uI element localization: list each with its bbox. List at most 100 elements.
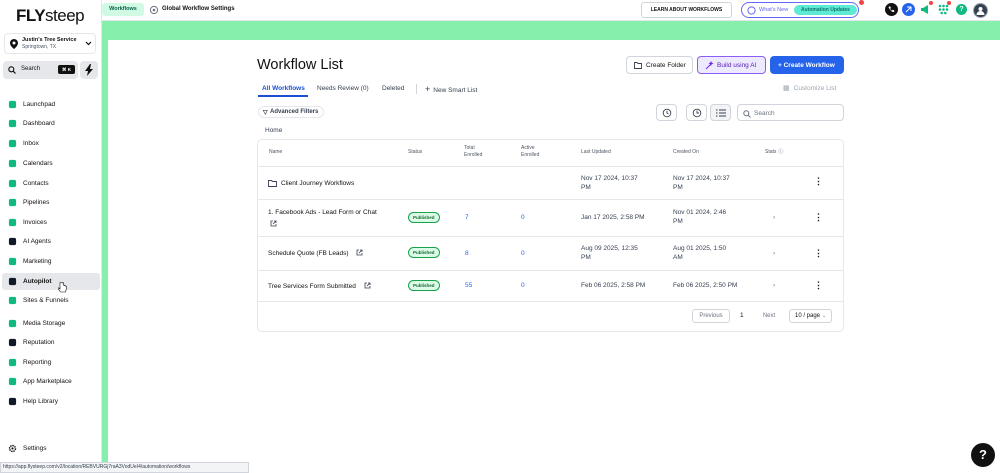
- user-avatar[interactable]: [973, 3, 988, 18]
- sidebar-item-label: Contacts: [23, 179, 49, 187]
- sidebar-item-contacts[interactable]: Contacts: [2, 175, 100, 192]
- more-options-icon[interactable]: ⋮: [814, 213, 823, 222]
- help-chat-button[interactable]: ?: [971, 443, 995, 467]
- sidebar-item-launchpad[interactable]: Launchpad: [2, 96, 100, 113]
- breadcrumb[interactable]: Home: [265, 127, 282, 134]
- sidebar-item-label: Marketing: [23, 257, 52, 265]
- sidebar-item-ai-agents[interactable]: AI Agents: [2, 233, 100, 250]
- sidebar-item-label: Media Storage: [23, 319, 66, 327]
- tab-deleted[interactable]: Deleted: [382, 85, 404, 92]
- total-enrolled[interactable]: 55: [465, 281, 472, 290]
- active-enrolled[interactable]: 0: [521, 281, 525, 290]
- table-row[interactable]: Client Journey Workflows Nov 17 2024, 10…: [258, 166, 843, 199]
- last-updated: Jan 17 2025, 2:58 PM: [581, 214, 645, 221]
- build-using-ai-button[interactable]: Build using AI: [697, 56, 766, 74]
- workflow-name[interactable]: Tree Services Form Submitted: [268, 282, 356, 291]
- tab-all-workflows[interactable]: All Workflows: [262, 85, 305, 92]
- contacts-icon: [8, 179, 17, 188]
- sidebar-item-pipelines[interactable]: Pipelines: [2, 194, 100, 211]
- megaphone-icon[interactable]: [920, 4, 931, 15]
- search-icon: [8, 66, 16, 74]
- external-link-icon[interactable]: [270, 220, 277, 227]
- clock-view-button[interactable]: [686, 104, 707, 121]
- section-badge[interactable]: Workflows: [102, 3, 144, 16]
- workflow-name[interactable]: Schedule Quote (FB Leads): [268, 249, 349, 258]
- sidebar-item-sites-funnels[interactable]: Sites & Funnels: [2, 292, 100, 309]
- pipelines-icon: [8, 198, 17, 207]
- sidebar-item-reputation[interactable]: Reputation: [2, 334, 100, 351]
- dashboard-icon: [8, 119, 17, 128]
- workflow-name[interactable]: 1. Facebook Ads - Lead Form or Chat: [268, 208, 377, 217]
- sidebar-search[interactable]: Search ⌘ K: [3, 61, 78, 79]
- history-button[interactable]: [656, 104, 677, 121]
- sidebar-item-marketing[interactable]: Marketing: [2, 253, 100, 270]
- more-options-icon[interactable]: ⋮: [814, 177, 823, 186]
- external-link-icon[interactable]: [356, 249, 363, 256]
- help-button-top[interactable]: ?: [956, 4, 967, 15]
- column-header-name: Name: [269, 149, 283, 155]
- folder-icon: [634, 62, 642, 69]
- status-badge: Published: [408, 280, 440, 291]
- automation-updates-pill: Automation Updates: [794, 5, 857, 15]
- external-link-icon[interactable]: [364, 282, 371, 289]
- sidebar-item-app-marketplace[interactable]: App Marketplace: [2, 373, 100, 390]
- brand-logo[interactable]: FLYsteep: [16, 6, 85, 26]
- search-icon: [743, 109, 751, 118]
- table-row[interactable]: Tree Services Form Submitted Published 5…: [258, 270, 843, 301]
- total-enrolled[interactable]: 7: [465, 213, 469, 222]
- active-enrolled[interactable]: 0: [521, 249, 525, 258]
- new-smart-list-button[interactable]: + New Smart List: [425, 84, 477, 94]
- column-header-active-enrolled: Active Enrolled: [521, 145, 540, 158]
- whats-new-button[interactable]: What's New Automation Updates: [741, 2, 859, 18]
- learn-about-workflows-button[interactable]: LEARN ABOUT WORKFLOWS: [641, 2, 732, 18]
- more-options-icon[interactable]: ⋮: [814, 249, 823, 258]
- total-enrolled[interactable]: 8: [465, 249, 469, 258]
- advanced-filters-button[interactable]: ▽ Advanced Filters: [258, 106, 324, 118]
- stats-chevron-icon[interactable]: ›: [773, 213, 775, 222]
- create-workflow-button[interactable]: + Create Workflow: [770, 56, 844, 74]
- search-input[interactable]: Search: [737, 104, 844, 121]
- pagination: Previous 1 Next 10 / page ⌄: [258, 301, 843, 331]
- page-size-select[interactable]: 10 / page ⌄: [789, 309, 832, 323]
- active-enrolled[interactable]: 0: [521, 213, 525, 222]
- created-on: Feb 06 2025, 2:50 PM: [673, 282, 738, 289]
- sidebar-item-inbox[interactable]: Inbox: [2, 135, 100, 152]
- phone-button[interactable]: [885, 3, 898, 16]
- stats-chevron-icon[interactable]: ›: [773, 249, 775, 258]
- integrations-button[interactable]: [902, 3, 915, 16]
- previous-button[interactable]: Previous: [692, 309, 730, 323]
- status-badge: Published: [408, 212, 440, 223]
- sidebar-item-media-storage[interactable]: Media Storage: [2, 315, 100, 332]
- page-title: Workflow List: [257, 57, 343, 73]
- sidebar-item-reporting[interactable]: Reporting: [2, 354, 100, 371]
- stats-chevron-icon[interactable]: ›: [773, 281, 775, 290]
- history-icon: [662, 108, 672, 118]
- current-page[interactable]: 1: [740, 312, 744, 319]
- sidebar-item-settings[interactable]: Settings: [2, 440, 100, 457]
- sidebar-item-invoices[interactable]: Invoices: [2, 214, 100, 231]
- table-row[interactable]: Schedule Quote (FB Leads) Published 8 0 …: [258, 236, 843, 270]
- sidebar-item-autopilot[interactable]: Autopilot: [2, 273, 100, 290]
- create-folder-button[interactable]: Create Folder: [626, 56, 693, 74]
- location-name: Justin's Tree Service: [22, 37, 77, 43]
- list-view-button[interactable]: [710, 104, 731, 121]
- table-row[interactable]: 1. Facebook Ads - Lead Form or Chat Publ…: [258, 199, 843, 236]
- customize-list-button[interactable]: ▦ Customize List: [783, 84, 836, 92]
- settings-gear-icon[interactable]: [149, 5, 159, 15]
- next-button[interactable]: Next: [755, 309, 783, 323]
- search-shortcut: ⌘ K: [58, 65, 75, 74]
- magic-wand-icon: [705, 61, 714, 70]
- tab-needs-review[interactable]: Needs Review (0): [317, 85, 369, 92]
- notifications-icon[interactable]: [938, 4, 949, 15]
- global-workflow-settings-link[interactable]: Global Workflow Settings: [162, 6, 235, 12]
- column-header-stats: Stats ⓘ: [765, 149, 784, 155]
- sidebar-item-label: Dashboard: [23, 119, 55, 127]
- folder-name[interactable]: Client Journey Workflows: [281, 179, 354, 188]
- sidebar-item-label: AI Agents: [23, 237, 51, 245]
- sidebar-item-calendars[interactable]: Calendars: [2, 155, 100, 172]
- quick-actions-button[interactable]: [80, 61, 98, 79]
- location-switcher[interactable]: Justin's Tree Service Springtown, TX: [4, 33, 96, 54]
- sidebar-item-dashboard[interactable]: Dashboard: [2, 115, 100, 132]
- more-options-icon[interactable]: ⋮: [814, 281, 823, 290]
- sidebar-item-help-library[interactable]: Help Library: [2, 393, 100, 410]
